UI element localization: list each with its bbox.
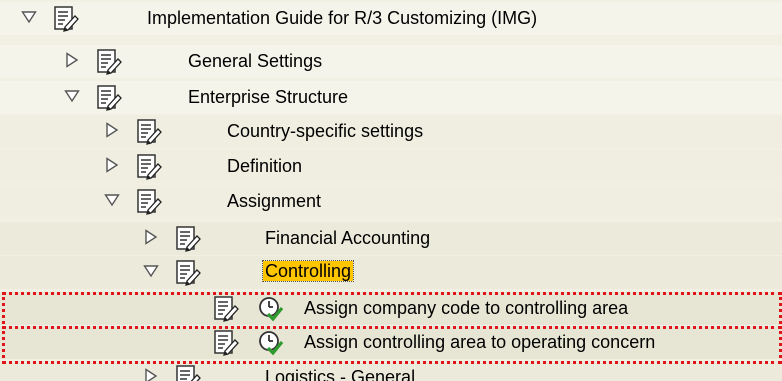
document-pencil-icon[interactable] (213, 329, 239, 356)
tree-node-label[interactable]: Financial Accounting (265, 228, 430, 248)
document-pencil-icon (96, 48, 122, 75)
document-pencil-icon (175, 259, 201, 286)
tree-node-enterprise-structure[interactable]: Enterprise Structure (0, 81, 782, 114)
expand-icon[interactable] (143, 229, 159, 245)
collapse-icon[interactable] (104, 192, 120, 208)
tree-node-label[interactable]: Implementation Guide for R/3 Customizing… (147, 8, 537, 28)
tree-node-financial-accounting[interactable]: Financial Accounting (0, 222, 782, 255)
tree-node-country-specific-settings[interactable]: Country-specific settings (0, 115, 782, 148)
expand-icon[interactable] (104, 122, 120, 138)
document-pencil-icon (136, 153, 162, 180)
document-pencil-icon (175, 364, 201, 381)
document-pencil-icon (53, 5, 79, 32)
expand-icon[interactable] (104, 157, 120, 173)
collapse-icon[interactable] (21, 9, 37, 25)
activity-label[interactable]: Assign controlling area to operating con… (304, 332, 655, 352)
document-pencil-icon (175, 225, 201, 252)
tree-node-label[interactable]: Logistics - General (265, 367, 415, 381)
tree-node-general-settings[interactable]: General Settings (0, 45, 782, 78)
tree-node-label[interactable]: Country-specific settings (227, 121, 423, 141)
img-tree: Implementation Guide for R/3 Customizing… (0, 0, 782, 381)
tree-node-controlling[interactable]: Controlling (0, 256, 782, 289)
tree-node-label[interactable]: Enterprise Structure (188, 87, 348, 107)
collapse-icon[interactable] (143, 263, 159, 279)
expand-icon[interactable] (64, 52, 80, 68)
document-pencil-icon (136, 118, 162, 145)
tree-node-label[interactable]: Assignment (227, 191, 321, 211)
tree-node-logistics-general[interactable]: Logistics - General (0, 361, 782, 381)
document-pencil-icon (96, 84, 122, 111)
clock-check-icon[interactable] (258, 329, 284, 356)
tree-node-assignment[interactable]: Assignment (0, 185, 782, 218)
collapse-icon[interactable] (64, 88, 80, 104)
document-pencil-icon (136, 188, 162, 215)
activity-assign-controlling-area[interactable]: Assign controlling area to operating con… (0, 326, 782, 359)
tree-node-label[interactable]: General Settings (188, 51, 322, 71)
clock-check-icon[interactable] (258, 295, 284, 322)
activity-assign-company-code[interactable]: Assign company code to controlling area (0, 292, 782, 325)
document-pencil-icon[interactable] (213, 295, 239, 322)
expand-icon[interactable] (143, 368, 159, 381)
tree-node-label[interactable]: Definition (227, 156, 302, 176)
tree-node-definition[interactable]: Definition (0, 150, 782, 183)
tree-node-root[interactable]: Implementation Guide for R/3 Customizing… (0, 2, 782, 35)
activity-label[interactable]: Assign company code to controlling area (304, 298, 628, 318)
tree-node-label-selected[interactable]: Controlling (261, 260, 355, 282)
